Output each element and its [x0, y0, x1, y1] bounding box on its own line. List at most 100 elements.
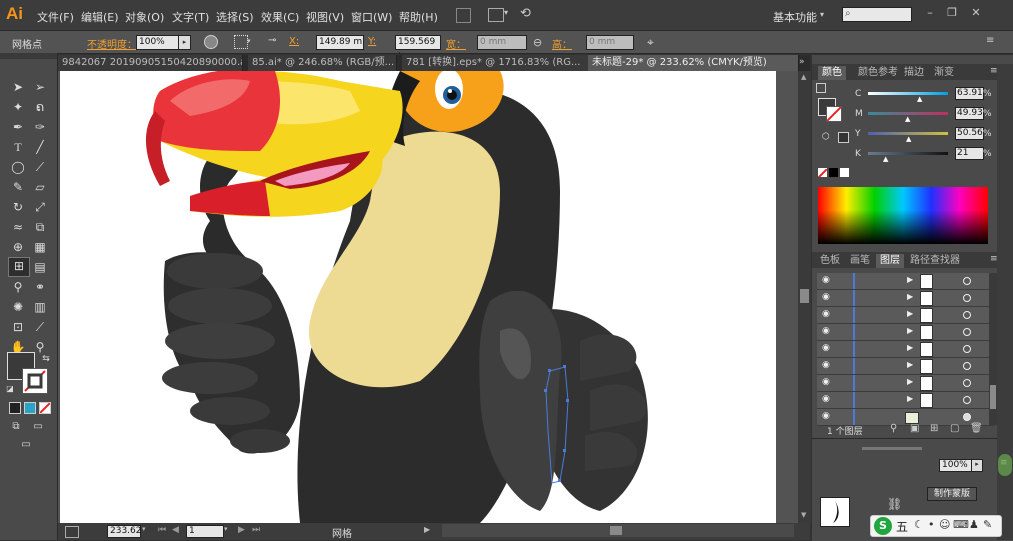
ime-keyboard-icon[interactable]: ⌨ [953, 518, 969, 531]
opacity-label[interactable]: 不透明度： [87, 36, 137, 51]
artboard-tool-icon[interactable]: ⊡ [10, 319, 26, 335]
layer-row[interactable]: ◉ ▶ [817, 392, 995, 409]
x-position-field[interactable]: 149.89 m [316, 35, 364, 50]
channel-c-field[interactable]: 63.91 [955, 87, 984, 100]
layer-row[interactable]: ◉ ▶ [817, 375, 995, 392]
tab-brushes[interactable]: 画笔 [846, 254, 874, 268]
status-arrow-icon[interactable]: ▶ [424, 525, 430, 534]
workspace-chevron-icon[interactable]: ▾ [820, 10, 824, 19]
out-of-gamut-icon[interactable]: ⬡ [822, 132, 832, 142]
paintbrush-tool-icon[interactable]: ⟋ [32, 159, 48, 175]
canvas-area[interactable] [58, 71, 798, 523]
sogou-logo-icon[interactable]: S [874, 517, 892, 535]
status-mode-label[interactable]: 网格 [332, 525, 352, 540]
channel-k-slider[interactable] [868, 152, 948, 155]
symbol-sprayer-tool-icon[interactable]: ✺ [10, 299, 26, 315]
target-circle-icon[interactable] [963, 396, 971, 404]
magic-wand-tool-icon[interactable]: ✦ [10, 99, 26, 115]
menu-effect[interactable]: 效果(C) [261, 9, 299, 25]
rotate-tool-icon[interactable]: ↻ [10, 199, 26, 215]
visibility-eye-icon[interactable]: ◉ [822, 412, 832, 421]
layers-scroll-thumb[interactable] [990, 385, 996, 409]
expand-triangle-icon[interactable]: ▶ [907, 343, 913, 352]
link-mask-icon[interactable]: ⛓ [887, 497, 907, 515]
lasso-tool-icon[interactable]: ຄ [32, 99, 48, 115]
horizontal-scrollbar[interactable] [442, 524, 794, 537]
layer-row[interactable]: ◉ ▶ [817, 324, 995, 341]
scale-tool-icon[interactable]: ⤢ [32, 199, 48, 215]
page-dropdown-icon[interactable]: ▾ [224, 525, 228, 533]
column-graph-tool-icon[interactable]: ▥ [32, 299, 48, 315]
delete-layer-icon[interactable]: 🗑 [970, 423, 983, 434]
pencil-tool-icon[interactable]: ✎ [10, 179, 26, 195]
target-circle-icon[interactable] [963, 294, 971, 302]
pen-tool-icon[interactable]: ✒ [10, 119, 26, 135]
layer-row[interactable]: ◉ ▶ [817, 307, 995, 324]
expand-triangle-icon[interactable]: ▶ [907, 292, 913, 301]
gradient-tool-icon[interactable]: ▤ [32, 259, 48, 275]
opacity-field[interactable]: 100% [136, 35, 180, 50]
menu-edit[interactable]: 编辑(E) [81, 9, 119, 25]
recolor-icon[interactable] [204, 35, 218, 49]
slice-tool-icon[interactable]: ⟋ [32, 319, 48, 335]
menu-view[interactable]: 视图(V) [306, 9, 344, 25]
none-swatch[interactable] [818, 168, 827, 177]
change-screen-mode-icon[interactable]: ▭ [18, 437, 34, 453]
menu-select[interactable]: 选择(S) [216, 9, 254, 25]
scroll-up-icon[interactable]: ▲ [801, 73, 806, 81]
tab-document-4[interactable]: 未标题-29* @ 233.62% (CMYK/预览) [588, 55, 799, 71]
selection-tool-icon[interactable]: ➤ [10, 79, 26, 95]
channel-y-thumb-icon[interactable]: ▲ [906, 135, 911, 143]
curvature-tool-icon[interactable]: ✑ [32, 119, 48, 135]
channel-c-thumb-icon[interactable]: ▲ [917, 95, 922, 103]
share-icon[interactable] [65, 526, 79, 538]
workspace-switcher[interactable]: 基本功能 [773, 9, 817, 25]
menu-help[interactable]: 帮助(H) [399, 9, 438, 25]
type-tool-icon[interactable]: T [10, 139, 26, 155]
panel-collapse-strip[interactable]: ≡ [997, 64, 1013, 540]
new-layer-icon[interactable]: ▢ [950, 423, 959, 434]
panel-stroke-swatch[interactable] [826, 106, 842, 122]
tab-color-guide[interactable]: 颜色参考 [854, 66, 902, 80]
white-swatch[interactable] [840, 168, 849, 177]
gpu-performance-icon[interactable]: ⟲ [520, 6, 531, 21]
restore-button[interactable]: ❐ [944, 6, 960, 20]
ime-voice-icon[interactable]: ☺ [939, 518, 950, 531]
target-circle-icon[interactable] [963, 311, 971, 319]
mesh-tool-icon[interactable]: ⊞ [8, 257, 30, 277]
tabs-overflow-icon[interactable]: » [799, 57, 805, 67]
zoom-dropdown-icon[interactable]: ▾ [142, 525, 146, 533]
target-circle-icon[interactable] [963, 362, 971, 370]
draw-mode-icon[interactable]: ⧉ [8, 419, 24, 435]
chevron-down-icon[interactable]: ▾ [247, 37, 251, 45]
visibility-eye-icon[interactable]: ◉ [822, 327, 832, 336]
tab-color[interactable]: 颜色 [818, 66, 846, 80]
horizontal-scroll-thumb[interactable] [610, 526, 622, 535]
ime-dot-icon[interactable]: • [928, 518, 935, 531]
artboard[interactable] [60, 71, 776, 523]
tab-document-3[interactable]: 781 [转换].eps* @ 1716.83% (RG... [402, 55, 592, 71]
free-transform-tool-icon[interactable]: ⧉ [32, 219, 48, 235]
last-page-icon[interactable]: ⏭ [252, 525, 260, 535]
blend-tool-icon[interactable]: ⚭ [32, 279, 48, 295]
new-sublayer-icon[interactable]: ⊞ [930, 423, 938, 434]
assistant-bubble-icon[interactable] [998, 454, 1012, 476]
width-field[interactable]: 0 mm [477, 35, 527, 50]
target-circle-icon[interactable] [963, 413, 971, 421]
channel-k-thumb-icon[interactable]: ▲ [883, 155, 888, 163]
visibility-eye-icon[interactable]: ◉ [822, 395, 832, 404]
menu-file[interactable]: 文件(F) [37, 9, 74, 25]
minimize-button[interactable]: – [922, 6, 938, 20]
line-segment-tool-icon[interactable]: ╱ [32, 139, 48, 155]
make-mask-button[interactable]: 制作蒙版 [927, 487, 977, 501]
target-circle-icon[interactable] [963, 328, 971, 336]
y-position-field[interactable]: 159.569 : [395, 35, 441, 60]
ime-user-icon[interactable]: ♟ [969, 518, 979, 531]
arrange-documents-icon[interactable] [488, 8, 504, 22]
expand-triangle-icon[interactable]: ▶ [907, 377, 913, 386]
expand-triangle-icon[interactable]: ▶ [907, 275, 913, 284]
channel-m-field[interactable]: 49.93 [955, 107, 984, 120]
first-page-icon[interactable]: ⏮ [158, 525, 166, 535]
tab-swatches[interactable]: 色板 [816, 254, 844, 268]
layers-scrollbar[interactable] [989, 273, 997, 425]
